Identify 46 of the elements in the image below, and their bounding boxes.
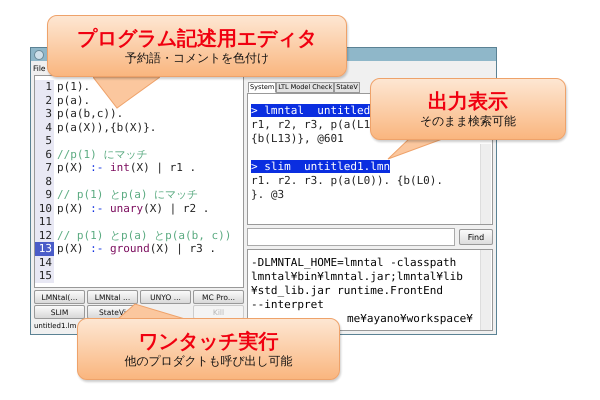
search-field[interactable]	[247, 228, 455, 246]
output-line: }. @3	[251, 188, 284, 201]
code-line: p(X) :- int(X) | r1 .	[56, 161, 196, 174]
line-number: 12	[35, 228, 54, 242]
callout-title: ワンタッチ実行	[138, 329, 278, 353]
line-number: 2	[35, 94, 54, 107]
line-number: 11	[35, 215, 54, 228]
line-number: 6	[35, 148, 54, 161]
line-number: 10	[35, 202, 54, 215]
line-number: 14	[35, 256, 54, 269]
console-line: --interpret	[251, 298, 324, 311]
callout-title: 出力表示	[428, 89, 508, 113]
output-line: r1, r2, r3, p(a(L1	[251, 118, 370, 131]
code-editor[interactable]	[34, 75, 244, 288]
line-number: 5	[35, 134, 54, 148]
scroll-bar[interactable]	[480, 250, 491, 330]
app-icon	[34, 50, 44, 60]
line-number: 4	[35, 120, 54, 134]
line-number: 8	[35, 174, 54, 188]
find-button[interactable]: Find	[459, 229, 493, 245]
callout-subtitle: そのまま検索可能	[420, 113, 516, 129]
callout-subtitle: 予約語・コメントを色付け	[125, 50, 269, 66]
scroll-bar[interactable]	[480, 144, 491, 224]
line-number: 7	[35, 161, 54, 174]
callout-subtitle: 他のプロダクトも呼び出し可能	[124, 353, 292, 369]
code-line: p(1).	[56, 80, 90, 94]
line-number: 3	[35, 107, 54, 120]
code-line: // p(1) とp(a) にマッチ	[56, 188, 198, 202]
code-line: p(X) :- unary(X) | r2 .	[56, 202, 210, 215]
line-number: 13	[35, 242, 54, 256]
code-line: // p(1) とp(a) とp(a(b, c))	[56, 228, 232, 242]
callout-title: プログラム記述用エディタ	[77, 26, 317, 50]
code-line: p(a(X)),{b(X)}.	[56, 120, 156, 134]
code-line: p(a).	[56, 94, 90, 107]
line-number: 15	[35, 269, 54, 282]
line-number: 1	[35, 80, 54, 94]
code-line: //p(1) にマッチ	[56, 148, 148, 161]
console-line: me¥ayano¥workspace¥	[347, 312, 473, 325]
output-line: {b(L13)}, @601	[251, 132, 344, 145]
output-line: r1. r2. r3. p(a(L0)). {b(L0).	[251, 174, 444, 187]
code-line: p(a(b,c)).	[56, 107, 124, 120]
line-number: 9	[35, 188, 54, 202]
code-line: p(X) :- ground(X) | r3 .	[56, 242, 216, 256]
console-line: lmntal¥bin¥lmntal.jar;lmntal¥lib	[251, 270, 463, 283]
console-line: ¥std_lib.jar runtime.FrontEnd	[251, 284, 444, 297]
console-line: -DLMNTAL_HOME=lmntal -classpath	[251, 256, 456, 269]
